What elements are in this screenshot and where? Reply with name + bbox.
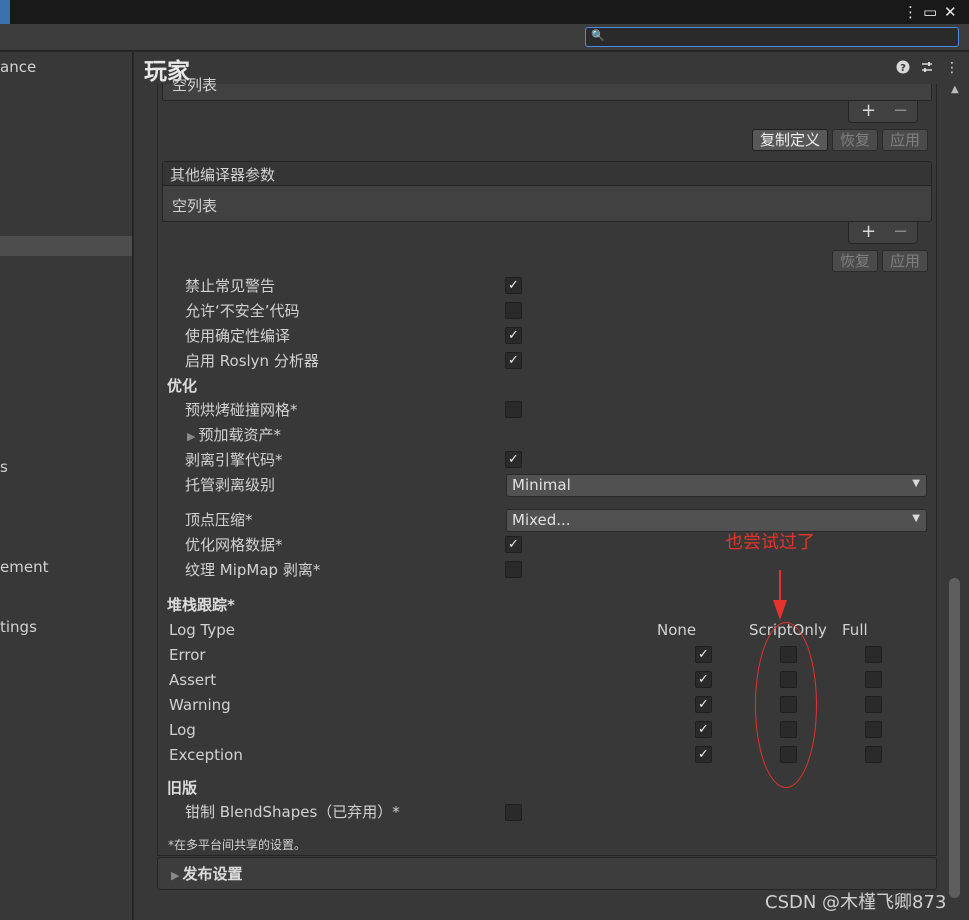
revert-compiler-args-button[interactable]: 恢复 bbox=[832, 250, 878, 272]
annotation-arrow-icon bbox=[773, 570, 787, 620]
chevron-down-icon: ▼ bbox=[912, 478, 920, 489]
revert-defines-button[interactable]: 恢复 bbox=[832, 129, 878, 151]
roslyn-checkbox[interactable]: ✓ bbox=[505, 352, 522, 369]
annotation-text: 也尝试过了 bbox=[725, 532, 815, 553]
prebake-checkbox[interactable] bbox=[505, 401, 522, 418]
copy-defines-button[interactable]: 复制定义 bbox=[752, 129, 828, 151]
unsafe-code-checkbox[interactable] bbox=[505, 302, 522, 319]
unsafe-code-label: 允许‘不安全’代码 bbox=[185, 302, 300, 320]
vertex-compression-label: 顶点压缩* bbox=[185, 511, 253, 529]
publish-settings-foldout[interactable]: ▶ 发布设置 bbox=[157, 857, 937, 890]
add-icon[interactable]: + bbox=[861, 222, 876, 242]
warning-full-checkbox[interactable] bbox=[865, 696, 882, 713]
compiler-args-empty: 空列表 bbox=[172, 197, 218, 215]
remove-icon[interactable]: − bbox=[893, 222, 908, 242]
legacy-heading: 旧版 bbox=[167, 779, 198, 797]
sidebar-item-settings[interactable]: tings bbox=[0, 618, 37, 636]
publish-settings-title: 发布设置 bbox=[182, 865, 243, 883]
strip-engine-checkbox[interactable]: ✓ bbox=[505, 451, 522, 468]
search-input[interactable]: 🔍 bbox=[585, 27, 959, 47]
foldout-arrow-icon: ▶ bbox=[171, 869, 180, 882]
sidebar-item-appearance[interactable]: ance bbox=[0, 58, 36, 76]
presets-icon[interactable] bbox=[920, 60, 934, 78]
toolbar: 🔍 bbox=[0, 24, 969, 51]
blendshapes-checkbox[interactable] bbox=[505, 804, 522, 821]
strip-engine-label: 剥离引擎代码* bbox=[185, 451, 283, 469]
suppress-warnings-label: 禁止常见警告 bbox=[185, 277, 276, 295]
deterministic-checkbox[interactable]: ✓ bbox=[505, 327, 522, 344]
annotation-ellipse bbox=[755, 622, 817, 788]
suppress-warnings-checkbox[interactable]: ✓ bbox=[505, 277, 522, 294]
compiler-args-list: 其他编译器参数 空列表 bbox=[162, 161, 932, 222]
error-none-checkbox[interactable]: ✓ bbox=[695, 646, 712, 663]
log-type-log: Log bbox=[169, 721, 196, 739]
scroll-thumb[interactable] bbox=[949, 578, 960, 898]
managed-strip-dropdown[interactable]: Minimal ▼ bbox=[506, 474, 927, 497]
sidebar-item-s[interactable]: s bbox=[0, 458, 8, 476]
blendshapes-label: 钳制 BlendShapes（已弃用）* bbox=[185, 803, 400, 821]
log-type-warning: Warning bbox=[169, 696, 231, 714]
settings-sidebar: ance s ement tings bbox=[0, 52, 133, 920]
watermark: CSDN @木槿飞卿873 bbox=[765, 892, 947, 913]
vertical-scrollbar[interactable]: ▲ bbox=[947, 84, 963, 914]
managed-strip-label: 托管剥离级别 bbox=[185, 476, 276, 494]
vertex-compression-value: Mixed... bbox=[512, 511, 571, 529]
compiler-args-header bbox=[163, 162, 931, 186]
roslyn-label: 启用 Roslyn 分析器 bbox=[185, 352, 319, 370]
none-column: None bbox=[657, 621, 697, 639]
add-icon[interactable]: + bbox=[861, 101, 876, 121]
defines-list-empty: 空列表 bbox=[172, 76, 218, 94]
more-options-icon[interactable]: ⋮ bbox=[903, 2, 918, 22]
mipmap-strip-checkbox[interactable] bbox=[505, 561, 522, 578]
full-column: Full bbox=[842, 621, 868, 639]
shared-settings-note: *在多平台间共享的设置。 bbox=[168, 838, 307, 852]
optimize-mesh-checkbox[interactable]: ✓ bbox=[505, 536, 522, 553]
warning-none-checkbox[interactable]: ✓ bbox=[695, 696, 712, 713]
log-type-exception: Exception bbox=[169, 746, 243, 764]
mipmap-strip-label: 纹理 MipMap 剥离* bbox=[185, 561, 321, 579]
apply-compiler-args-button[interactable]: 应用 bbox=[882, 250, 928, 272]
svg-text:?: ? bbox=[900, 63, 906, 74]
exception-none-checkbox[interactable]: ✓ bbox=[695, 746, 712, 763]
assert-full-checkbox[interactable] bbox=[865, 671, 882, 688]
optimization-heading: 优化 bbox=[167, 377, 198, 395]
optimize-mesh-label: 优化网格数据* bbox=[185, 536, 283, 554]
search-icon: 🔍 bbox=[591, 29, 605, 42]
error-full-checkbox[interactable] bbox=[865, 646, 882, 663]
log-type-error: Error bbox=[169, 646, 206, 664]
log-full-checkbox[interactable] bbox=[865, 721, 882, 738]
stack-trace-heading: 堆栈跟踪* bbox=[167, 596, 235, 614]
log-type-assert: Assert bbox=[169, 671, 217, 689]
prebake-label: 预烘烤碰撞网格* bbox=[185, 401, 298, 419]
compiler-args-add-remove: + − bbox=[848, 222, 918, 244]
window-titlebar: ⋮ ▭ ✕ bbox=[0, 0, 969, 24]
preload-assets-label: 预加载资产* bbox=[198, 426, 281, 444]
foldout-arrow-icon: ▶ bbox=[187, 430, 196, 443]
defines-list: 空列表 bbox=[162, 76, 932, 101]
managed-strip-value: Minimal bbox=[512, 476, 571, 494]
deterministic-label: 使用确定性编译 bbox=[185, 327, 291, 345]
sidebar-selected-row[interactable] bbox=[0, 236, 132, 256]
compiler-args-title: 其他编译器参数 bbox=[170, 166, 276, 184]
defines-list-add-remove: + − bbox=[848, 101, 918, 123]
exception-full-checkbox[interactable] bbox=[865, 746, 882, 763]
scroll-up-icon[interactable]: ▲ bbox=[951, 84, 959, 95]
vertex-compression-dropdown[interactable]: Mixed... ▼ bbox=[506, 509, 927, 532]
preload-assets-foldout[interactable]: ▶ 预加载资产* bbox=[187, 425, 281, 447]
chevron-down-icon: ▼ bbox=[912, 513, 920, 524]
active-tab-marker bbox=[0, 0, 10, 24]
close-icon[interactable]: ✕ bbox=[944, 2, 957, 22]
log-type-column: Log Type bbox=[169, 621, 236, 639]
apply-defines-button[interactable]: 应用 bbox=[882, 129, 928, 151]
assert-none-checkbox[interactable]: ✓ bbox=[695, 671, 712, 688]
log-none-checkbox[interactable]: ✓ bbox=[695, 721, 712, 738]
help-icon[interactable]: ? bbox=[896, 60, 910, 78]
more-icon[interactable]: ⋮ bbox=[945, 60, 959, 76]
maximize-icon[interactable]: ▭ bbox=[923, 2, 937, 22]
sidebar-item-management[interactable]: ement bbox=[0, 558, 48, 576]
remove-icon[interactable]: − bbox=[893, 101, 908, 121]
